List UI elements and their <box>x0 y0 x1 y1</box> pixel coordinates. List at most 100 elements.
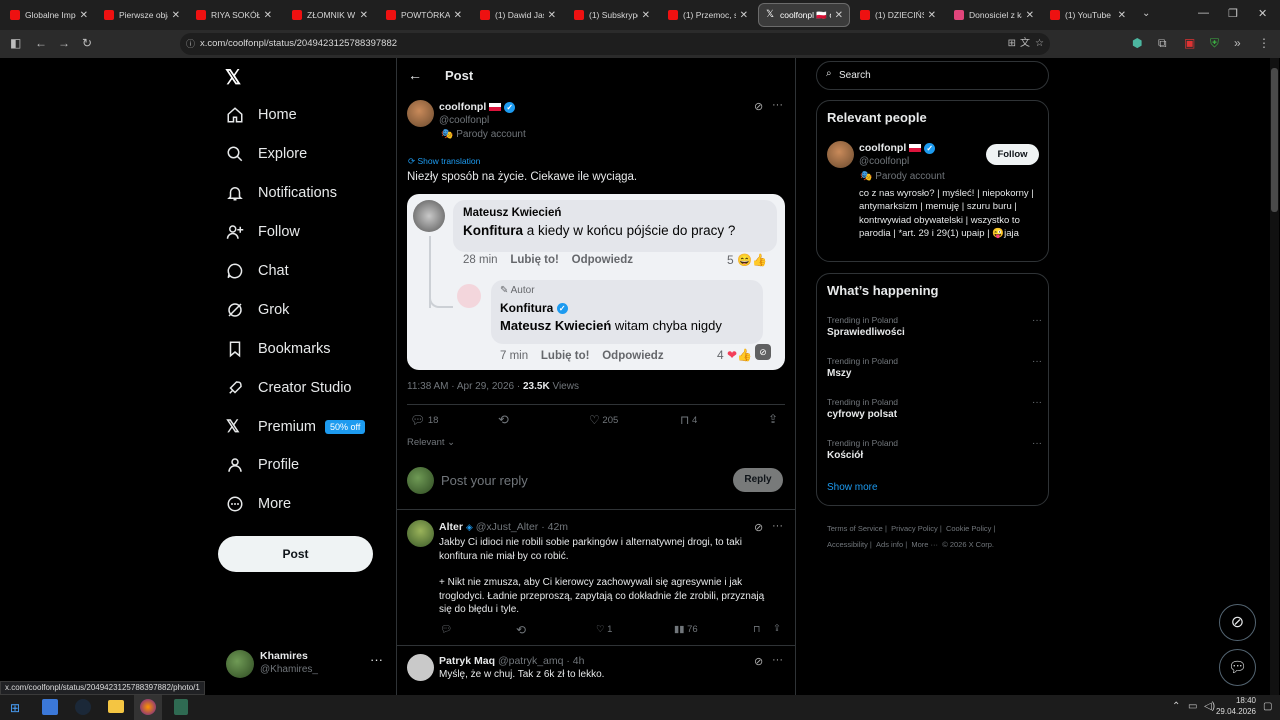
browser-tab[interactable]: (1) Dawid Jaspe✕ <box>474 3 562 27</box>
footer-link[interactable]: Cookie Policy <box>946 524 991 533</box>
grok-icon[interactable]: ⊘ <box>754 521 763 534</box>
sort-dropdown[interactable]: Relevant ⌄ <box>407 437 455 448</box>
folder-icon[interactable] <box>108 700 124 713</box>
reply-count-button[interactable]: 💬︎ 18 <box>410 413 438 427</box>
trend-item[interactable]: Trending in Poland Kościół ··· <box>827 438 1042 461</box>
browser-tab[interactable]: (1) YouTube ✕ <box>1044 3 1132 27</box>
more-dots-icon[interactable]: ··· <box>772 654 783 666</box>
notifications-tray-icon[interactable]: ▢ <box>1263 701 1272 712</box>
like-count-button[interactable]: ♡ 205 <box>589 413 618 427</box>
install-app-icon[interactable]: ⊞ <box>1008 33 1016 55</box>
footer-link[interactable]: Ads info <box>876 540 903 549</box>
account-switcher[interactable]: Khamires @Khamires_ ··· <box>220 646 385 682</box>
restore-icon[interactable]: ❐ <box>1228 7 1238 20</box>
browser-tab-active[interactable]: 𝕏coolfonpl 🇵🇱 on✕ <box>758 3 850 27</box>
sidebar-item-chat[interactable]: Chat <box>226 256 289 286</box>
show-translation-link[interactable]: ⟳ Show translation <box>408 156 480 167</box>
network-icon[interactable]: ▭ <box>1188 701 1197 712</box>
browser-icon[interactable] <box>140 699 156 715</box>
more-chevron-icon[interactable]: » <box>1234 36 1241 50</box>
trend-item[interactable]: Trending in Poland cyfrowy polsat ··· <box>827 397 1042 420</box>
tab-list-chevron-icon[interactable]: ⌄ <box>1142 8 1150 19</box>
sidebar-item-home[interactable]: Home <box>226 100 297 130</box>
show-more-link[interactable]: Show more <box>827 482 878 493</box>
extension-shield-icon[interactable]: ⬢ <box>1132 36 1142 50</box>
address-bar[interactable]: ⓘ x.com/coolfonpl/status/204942312578839… <box>180 33 1050 55</box>
extensions-icon[interactable]: ⧉ <box>1158 36 1167 51</box>
more-dots-icon[interactable]: ··· <box>1032 356 1042 367</box>
sidebar-item-more[interactable]: More <box>226 489 291 519</box>
browser-tab[interactable]: (1) Subskrypcje✕ <box>568 3 656 27</box>
site-info-icon[interactable]: ⓘ <box>186 33 195 55</box>
reply-icon[interactable]: 💬︎ <box>440 624 452 635</box>
avatar[interactable] <box>407 100 434 127</box>
browser-tab[interactable]: (1) DZIECIŃSTW✕ <box>854 3 942 27</box>
browser-tab[interactable]: Globalne Imperi✕ <box>4 3 94 27</box>
sidebar-item-creator-studio[interactable]: Creator Studio <box>226 373 352 403</box>
bookmark-icon[interactable]: ⊓ <box>753 624 760 635</box>
grok-icon[interactable]: ⊘ <box>754 100 763 113</box>
windows-start-icon[interactable]: ⊞ <box>10 701 20 715</box>
more-dots-icon[interactable]: ··· <box>772 99 783 111</box>
more-dots-icon[interactable]: ··· <box>1032 397 1042 408</box>
close-icon[interactable]: ✕ <box>1118 10 1126 21</box>
close-icon[interactable]: ✕ <box>172 10 180 21</box>
close-icon[interactable]: ✕ <box>642 10 650 21</box>
post-handle[interactable]: @coolfonpl <box>439 115 489 126</box>
reload-icon[interactable]: ↻ <box>82 36 92 50</box>
reply-button[interactable]: Reply <box>733 468 783 492</box>
sidebar-item-profile[interactable]: Profile <box>226 450 299 480</box>
close-icon[interactable]: ✕ <box>740 10 748 21</box>
browser-menu-icon[interactable]: ⋮ <box>1258 36 1270 50</box>
browser-tab[interactable]: POWTÓRKA MA✕ <box>380 3 468 27</box>
trend-item[interactable]: Trending in Poland Sprawiedliwości ··· <box>827 315 1042 338</box>
chat-float-icon[interactable]: 💬︎ <box>1219 649 1256 686</box>
avatar[interactable] <box>407 654 434 681</box>
close-icon[interactable]: ✕ <box>928 10 936 21</box>
sidebar-toggle-icon[interactable]: ◧ <box>10 36 21 50</box>
browser-tab[interactable]: RIYA SOKÓŁ: wy✕ <box>190 3 278 27</box>
grok-image-icon[interactable]: ⊘ <box>755 344 771 360</box>
search-input[interactable]: ⌕ Search <box>816 61 1049 90</box>
calculator-icon[interactable] <box>174 699 188 715</box>
views-count-button[interactable]: ▮▮ 76 <box>674 624 698 635</box>
more-dots-icon[interactable]: ··· <box>1032 438 1042 449</box>
sidebar-item-grok[interactable]: Grok <box>226 295 289 325</box>
x-logo-icon[interactable]: 𝕏 <box>225 65 241 90</box>
close-icon[interactable]: ✕ <box>80 10 88 21</box>
extension-badge-icon[interactable]: ▣ <box>1184 36 1195 50</box>
repost-icon[interactable]: ⟲ <box>516 623 526 637</box>
like-count-button[interactable]: ♡ 1 <box>596 624 612 635</box>
window-close-icon[interactable]: ✕ <box>1258 7 1267 20</box>
share-icon[interactable]: ⇪ <box>768 412 778 426</box>
clock-date[interactable]: 29.04.2026 <box>1204 707 1256 716</box>
close-icon[interactable]: ✕ <box>548 10 556 21</box>
browser-tab[interactable]: Pierwsze objaw✕ <box>98 3 186 27</box>
app-icon[interactable] <box>42 699 58 715</box>
footer-link[interactable]: Accessibility <box>827 540 868 549</box>
minimize-icon[interactable]: — <box>1198 7 1209 19</box>
more-dots-icon[interactable]: ··· <box>1032 315 1042 326</box>
back-arrow-icon[interactable]: ← <box>408 67 422 83</box>
bookmark-count-button[interactable]: ⊓ 4 <box>680 413 697 427</box>
repost-icon[interactable]: ⟲ <box>498 412 509 428</box>
sidebar-item-notifications[interactable]: Notifications <box>226 178 337 208</box>
tray-chevron-icon[interactable]: ⌃ <box>1172 701 1180 712</box>
follow-button[interactable]: Follow <box>986 144 1039 165</box>
grok-icon[interactable]: ⊘ <box>754 655 763 668</box>
adblock-icon[interactable]: ⛨ <box>1210 36 1219 51</box>
footer-link[interactable]: Privacy Policy <box>891 524 938 533</box>
sidebar-item-premium[interactable]: 𝕏 Premium 50% off <box>226 412 366 442</box>
clock-time[interactable]: 18:40 <box>1228 696 1256 705</box>
avatar[interactable] <box>827 141 854 168</box>
scrollbar-thumb[interactable] <box>1271 68 1278 212</box>
close-icon[interactable]: ✕ <box>835 10 843 21</box>
trend-item[interactable]: Trending in Poland Mszy ··· <box>827 356 1042 379</box>
forward-icon[interactable]: → <box>58 36 70 50</box>
sidebar-item-explore[interactable]: Explore <box>226 139 307 169</box>
post-author[interactable]: coolfonpl ✓ <box>439 101 516 113</box>
translate-icon[interactable]: 文 <box>1020 33 1030 55</box>
browser-tab[interactable]: (1) Przemoc, sze✕ <box>662 3 754 27</box>
post-button[interactable]: Post <box>218 536 373 572</box>
post-image[interactable]: Mateusz Kwiecień Konfitura a kiedy w koń… <box>407 194 785 370</box>
